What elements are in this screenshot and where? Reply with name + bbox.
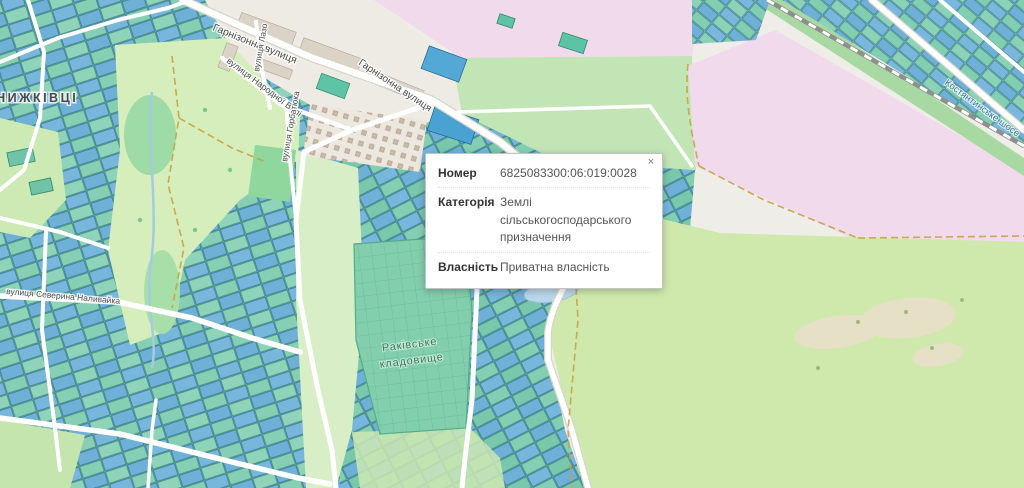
parcel-info-popup: × Номер 6825083300:06:019:0028 Категорія…: [425, 153, 663, 289]
popup-close-button[interactable]: ×: [648, 157, 654, 168]
popup-row-ownership: Власність Приватна власність: [438, 253, 650, 281]
parcel-category-value: Землі сільськогосподарського призначення: [500, 194, 650, 246]
popup-row-label: Категорія: [438, 194, 500, 246]
map-viewport[interactable]: Гарнізонна вулиця Гарнізонна вулиця вули…: [0, 0, 1024, 488]
place-label-knyzhkivtsi: КНИЖКІВЦІ: [0, 91, 78, 105]
parcel-ownership-value: Приватна власність: [500, 259, 650, 276]
parcel-number-value: 6825083300:06:019:0028: [500, 165, 650, 182]
popup-row-label: Власність: [438, 259, 500, 276]
popup-row-label: Номер: [438, 165, 500, 182]
popup-row-number: Номер 6825083300:06:019:0028: [438, 159, 650, 188]
popup-row-category: Категорія Землі сільськогосподарського п…: [438, 188, 650, 252]
